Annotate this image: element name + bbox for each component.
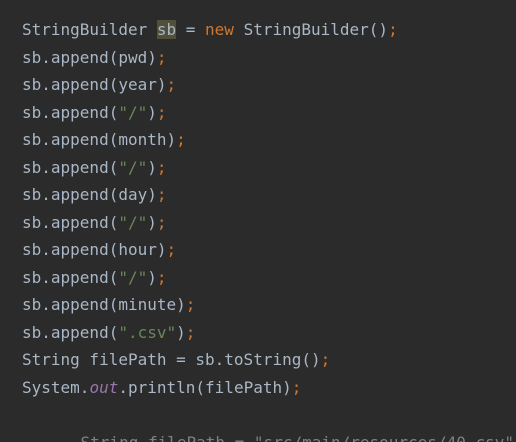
code-token: ) <box>147 102 157 122</box>
code-token: ) <box>147 157 157 177</box>
code-token: = <box>176 20 206 39</box>
code-token: "/" <box>118 267 148 287</box>
code-token: ; <box>156 185 167 204</box>
code-line[interactable]: sb.append("/"); <box>0 264 516 292</box>
code-token: ; <box>166 75 177 94</box>
code-line[interactable]: sb.append("/"); <box>0 99 516 127</box>
code-token: sb.append(pwd) <box>22 47 157 67</box>
code-token: ; <box>156 267 167 287</box>
code-line[interactable]: sb.append(month); <box>0 126 516 154</box>
code-line[interactable]: sb.append("/"); <box>0 209 516 237</box>
code-token: ) <box>147 267 157 287</box>
code-token: sb.append( <box>22 102 119 122</box>
code-token: "/" <box>118 102 148 122</box>
code-token: ".csv" <box>118 322 177 342</box>
code-token: ; <box>166 240 177 259</box>
code-token: sb.append( <box>22 267 119 287</box>
code-token: sb.append(minute) <box>22 295 186 314</box>
code-token: .println(filePath) <box>118 377 292 397</box>
inlay-hint-text: String filePath = "src/main/resources/40… <box>80 432 516 442</box>
inlay-hint: String filePath = "src/main/resources/40… <box>0 401 516 442</box>
code-line[interactable]: System.out.println(filePath); <box>0 374 516 402</box>
code-token: new <box>205 20 234 39</box>
code-line[interactable]: sb.append(hour); <box>0 236 516 264</box>
code-line[interactable]: String filePath = sb.toString(); <box>0 346 516 374</box>
code-token: ; <box>291 377 302 397</box>
code-token: ) <box>147 212 157 232</box>
code-token: ; <box>156 212 167 232</box>
highlighted-identifier: sb <box>156 20 177 39</box>
code-token: ; <box>388 20 398 39</box>
code-line[interactable]: sb.append(day); <box>0 181 516 209</box>
code-line[interactable]: sb.append(minute); <box>0 291 516 319</box>
code-token: ; <box>156 157 167 177</box>
code-token: System. <box>22 377 90 397</box>
code-token: out <box>89 377 119 397</box>
code-token: StringBuilder() <box>233 20 389 39</box>
code-token: ) <box>176 322 186 342</box>
code-line[interactable]: sb.append(year); <box>0 71 516 99</box>
code-token: sb.append(day) <box>22 185 157 204</box>
code-token: "/" <box>118 157 148 177</box>
code-token: sb.append(month) <box>22 130 177 149</box>
code-token: sb.append(hour) <box>22 240 167 259</box>
code-token: sb.append(year) <box>22 75 167 94</box>
code-line[interactable]: sb.append("/"); <box>0 154 516 182</box>
code-token: sb.append( <box>22 212 119 232</box>
code-line[interactable]: StringBuilder sb = new StringBuilder(); <box>0 16 516 44</box>
code-token: ; <box>176 130 186 149</box>
code-token: sb.append( <box>22 157 119 177</box>
code-token: "/" <box>118 212 148 232</box>
code-token: ; <box>320 350 331 369</box>
code-token: ; <box>156 47 167 67</box>
code-editor[interactable]: StringBuilder sb = new StringBuilder(); s… <box>0 0 516 442</box>
code-token: ; <box>156 102 167 122</box>
code-lines: StringBuilder sb = new StringBuilder(); s… <box>0 16 516 401</box>
code-token: ; <box>185 295 196 314</box>
code-token: sb.append( <box>22 322 119 342</box>
code-token: String filePath = sb.toString() <box>22 350 321 369</box>
code-token: StringBuilder <box>22 20 157 39</box>
code-token: ; <box>185 322 196 342</box>
code-line[interactable]: sb.append(".csv"); <box>0 319 516 347</box>
code-line[interactable]: sb.append(pwd); <box>0 44 516 72</box>
